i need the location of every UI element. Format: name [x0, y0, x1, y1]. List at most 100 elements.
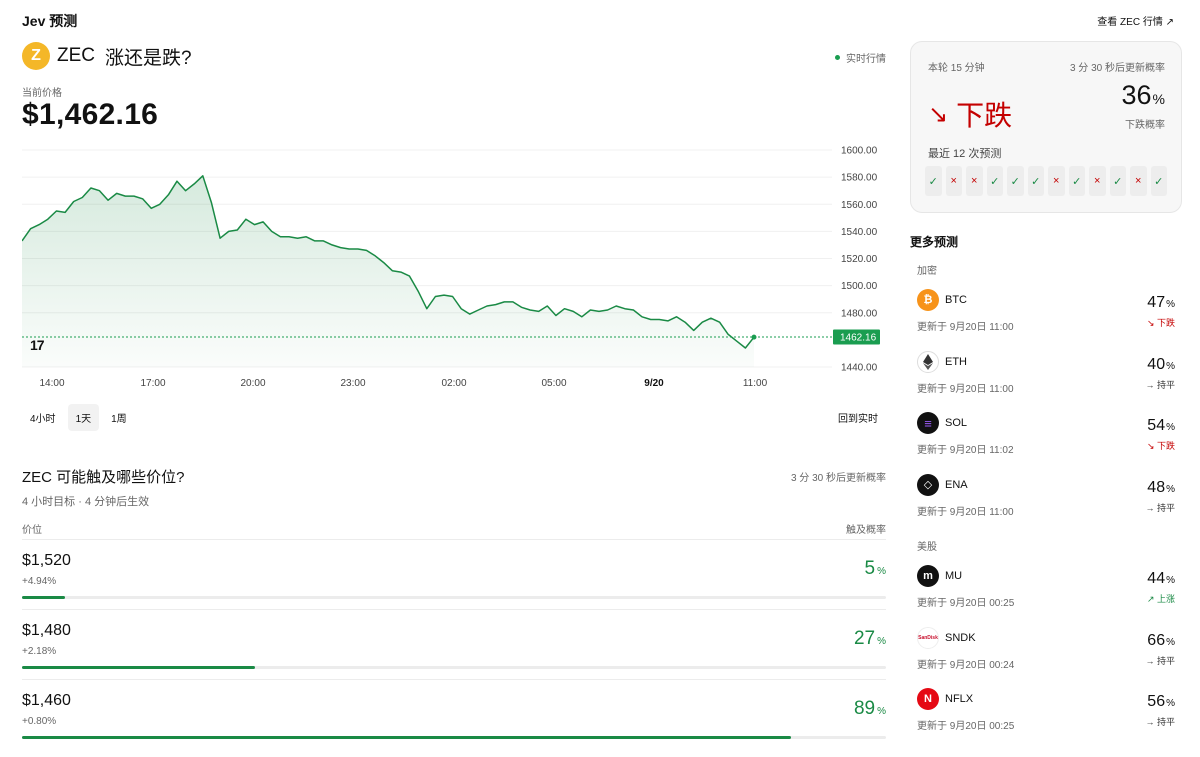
prediction-direction: ↘ 下跌 — [928, 94, 1012, 134]
market-direction: ↘ 下跌 — [1146, 441, 1175, 451]
targets-update: 3 分 30 秒后更新概率 — [790, 473, 886, 484]
market-updated: 更新于 9月20日 11:00 — [917, 383, 1014, 395]
market-updated: 更新于 9月20日 00:25 — [917, 721, 1015, 732]
sndk-logo-icon: SanDisk — [917, 626, 939, 649]
market-probability: 48% — [1147, 478, 1175, 496]
market-updated: 更新于 9月20日 11:00 — [917, 322, 1014, 333]
probability-bar-fill — [22, 596, 66, 599]
market-row-btc[interactable]: ₿ BTC 更新于 9月20日 11:00 47% ↘ 下跌 — [917, 283, 1177, 341]
target-probability-value: 27 — [853, 628, 876, 649]
round-label: 本轮 15 分钟 — [928, 63, 985, 74]
price-chart[interactable]: 1600.00 1580.00 1560.00 1540.00 1520.00 1500.… — [22, 138, 886, 398]
market-symbol: ETH — [945, 355, 967, 368]
target-probability: 89% — [853, 698, 886, 719]
more-predictions-title: 更多预测 — [910, 235, 959, 249]
logo-glyph: N — [924, 693, 932, 705]
target-change: +4.94% — [22, 576, 57, 587]
target-row[interactable]: $1,460 +0.80% 89% — [22, 679, 886, 749]
cross-icon: × — [1089, 166, 1106, 196]
check-icon: ✓ — [1027, 166, 1044, 196]
y-tick-label: 1560.00 — [841, 200, 878, 211]
target-row[interactable]: $1,520 +4.94% 5% — [22, 539, 886, 609]
y-tick-label: 1600.00 — [841, 146, 878, 157]
eth-logo-icon — [917, 350, 939, 373]
x-tick-label: 14:00 — [39, 378, 64, 389]
range-button[interactable]: 1天 — [67, 404, 100, 431]
market-probability: 66% — [1147, 631, 1175, 649]
live-label: 实时行情 — [846, 54, 886, 65]
sol-logo-icon: ≡ — [917, 412, 939, 434]
direction-label: 下跌 — [956, 100, 1013, 131]
market-row-eth[interactable]: ETH 更新于 9月20日 11:00 40% → 持平 — [917, 345, 1177, 403]
market-symbol: SNDK — [945, 631, 976, 644]
probability-bar-fill — [22, 666, 256, 669]
category-label: 加密 — [917, 266, 937, 277]
range-button[interactable]: 1周 — [103, 404, 135, 431]
market-row-mu[interactable]: m MU 更新于 9月20日 00:25 44% ↗ 上涨 — [917, 559, 1177, 617]
market-symbol: NFLX — [945, 693, 974, 705]
check-icon: ✓ — [1109, 166, 1126, 196]
market-probability-value: 56 — [1147, 693, 1166, 710]
market-direction: → 持平 — [1145, 502, 1175, 513]
range-button[interactable]: 4小时 — [22, 404, 64, 431]
market-probability-value: 47 — [1147, 294, 1166, 311]
check-icon: ✓ — [986, 166, 1003, 196]
x-tick-label: 02:00 — [441, 378, 466, 389]
price-chart-svg[interactable]: 1600.00 1580.00 1560.00 1540.00 1520.00 1500.… — [22, 138, 886, 398]
column-header-probability: 触及概率 — [846, 525, 886, 536]
target-row[interactable]: $1,480 +2.18% 27% — [22, 609, 886, 679]
live-status: 实时行情 — [835, 50, 886, 65]
targets-subtitle: 4 小时目标 · 4 分钟后生效 — [22, 496, 150, 508]
range-selector: 4小时 1天 1周 — [22, 404, 135, 431]
x-tick-label: 23:00 — [340, 378, 365, 389]
target-probability: 27% — [853, 628, 886, 649]
market-row-ena[interactable]: ◇ ENA 更新于 9月20日 11:00 48% → 持平 — [917, 468, 1177, 526]
target-probability-value: 89 — [853, 698, 876, 719]
probability-bar — [22, 666, 886, 669]
probability-label: 下跌概率 — [1125, 120, 1165, 131]
target-probability: 5% — [864, 558, 886, 579]
cross-icon: × — [1048, 166, 1065, 196]
coin-symbol: ZEC — [57, 45, 95, 66]
x-tick-label: 17:00 — [140, 378, 165, 389]
y-tick-label: 1500.00 — [841, 281, 878, 292]
market-probability-value: 48 — [1147, 478, 1166, 496]
sndk-logo-text: SanDisk — [918, 634, 938, 641]
target-probability-value: 5 — [864, 558, 876, 579]
probability-bar-fill — [22, 736, 791, 739]
coin-header: Z ZEC 涨还是跌? — [22, 41, 192, 71]
prediction-probability-value: 36 — [1121, 80, 1152, 110]
market-probability: 47% — [1147, 294, 1175, 311]
coin-question: 涨还是跌? — [105, 47, 192, 69]
market-probability-value: 54 — [1147, 417, 1166, 434]
logo-glyph: ₿ — [923, 294, 933, 306]
market-direction: → 持平 — [1145, 717, 1175, 727]
market-updated: 更新于 9月20日 00:24 — [917, 659, 1015, 671]
back-to-live-button[interactable]: 回到实时 — [838, 410, 878, 425]
check-icon: ✓ — [1068, 166, 1085, 196]
market-symbol: ENA — [945, 478, 968, 491]
market-updated: 更新于 9月20日 11:00 — [917, 506, 1014, 518]
market-probability: 40% — [1147, 355, 1175, 373]
market-probability: 44% — [1147, 570, 1175, 587]
y-tick-label: 1580.00 — [841, 173, 878, 184]
y-tick-label: 1480.00 — [841, 308, 878, 319]
market-probability-value: 40 — [1147, 355, 1166, 373]
target-price: $1,480 — [22, 622, 71, 639]
market-row-sndk[interactable]: SanDisk SNDK 更新于 9月20日 00:24 66% → 持平 — [917, 621, 1177, 679]
market-probability-value: 44 — [1147, 570, 1166, 587]
cross-icon: × — [1130, 166, 1147, 196]
probability-bar — [22, 736, 886, 739]
current-price-dot — [751, 334, 757, 340]
y-tick-label: 1520.00 — [841, 254, 878, 265]
market-link[interactable]: 查看 ZEC 行情 ↗ — [1097, 13, 1174, 28]
price-label: 当前价格 — [22, 88, 62, 99]
market-direction: → 持平 — [1145, 655, 1175, 666]
card-update: 3 分 30 秒后更新概率 — [1069, 63, 1165, 74]
check-icon: ✓ — [925, 166, 942, 196]
check-icon: ✓ — [1007, 166, 1024, 196]
market-symbol: MU — [945, 570, 963, 582]
zec-logo-icon: Z — [22, 42, 50, 70]
market-row-nflx[interactable]: N NFLX 更新于 9月20日 00:25 56% → 持平 — [917, 682, 1177, 740]
market-row-sol[interactable]: ≡ SOL 更新于 9月20日 11:02 54% ↘ 下跌 — [917, 406, 1177, 464]
